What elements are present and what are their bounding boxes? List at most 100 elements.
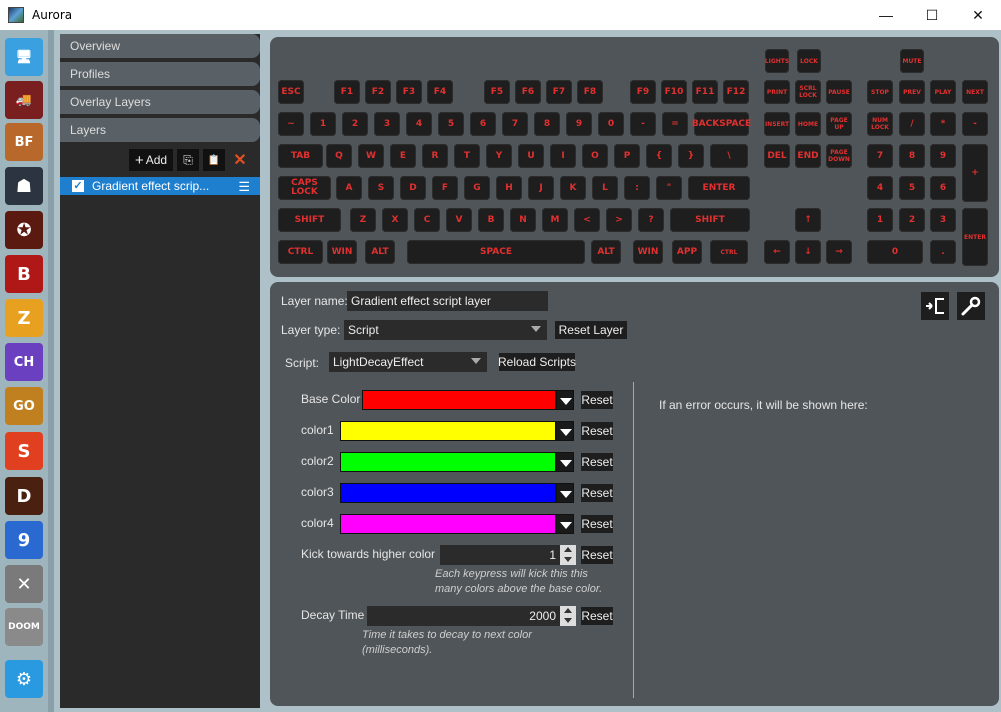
dishonored-icon[interactable]: ✕ — [5, 565, 43, 603]
maximize-button[interactable]: ☐ — [909, 0, 955, 30]
doom-icon[interactable]: DOOM — [5, 608, 43, 646]
key-4[interactable]: 4 — [406, 112, 432, 136]
key-f1[interactable]: F1 — [334, 80, 360, 104]
key-[interactable]: - — [630, 112, 656, 136]
layer-list-item[interactable]: ✓ Gradient effect scrip... ☰ — [60, 177, 260, 195]
key-h[interactable]: H — [496, 176, 522, 200]
key-2[interactable]: 2 — [342, 112, 368, 136]
key-[interactable]: " — [656, 176, 682, 200]
key-f9[interactable]: F9 — [630, 80, 656, 104]
key-next[interactable]: NEXT — [962, 80, 988, 104]
layer-type-select[interactable]: Script — [344, 320, 547, 340]
kick-reset-button[interactable]: Reset — [581, 546, 613, 564]
key-t[interactable]: T — [454, 144, 480, 168]
key-[interactable]: + — [962, 144, 988, 202]
key-f5[interactable]: F5 — [484, 80, 510, 104]
layer-enabled-checkbox[interactable]: ✓ — [72, 180, 84, 192]
key-f10[interactable]: F10 — [661, 80, 687, 104]
key-enter[interactable]: ENTER — [688, 176, 750, 200]
key-y[interactable]: Y — [486, 144, 512, 168]
key-[interactable]: : — [624, 176, 650, 200]
color-swatch[interactable] — [340, 483, 556, 503]
key-lock[interactable]: LOCK — [797, 49, 821, 73]
nav-overlay-layers[interactable]: Overlay Layers — [60, 90, 260, 114]
key-[interactable]: → — [826, 240, 852, 264]
key-s[interactable]: S — [368, 176, 394, 200]
z-logo-icon[interactable]: Z — [5, 299, 43, 337]
color-reset-button[interactable]: Reset — [581, 391, 613, 409]
key-m[interactable]: M — [542, 208, 568, 232]
key-j[interactable]: J — [528, 176, 554, 200]
key-6[interactable]: 6 — [930, 176, 956, 200]
color-picker-dropdown[interactable] — [556, 452, 574, 472]
close-button[interactable]: ✕ — [955, 0, 1001, 30]
nav-profiles[interactable]: Profiles — [60, 62, 260, 86]
key-scrl-lock[interactable]: SCRL LOCK — [795, 80, 821, 104]
key-[interactable]: < — [574, 208, 600, 232]
key-[interactable]: > — [606, 208, 632, 232]
key-shift[interactable]: SHIFT — [670, 208, 750, 232]
battlefield-icon[interactable]: BF — [5, 123, 43, 161]
reset-layer-button[interactable]: Reset Layer — [555, 321, 627, 339]
key-page-down[interactable]: PAGE DOWN — [826, 144, 852, 168]
nav-layers[interactable]: Layers — [60, 118, 260, 142]
key-f3[interactable]: F3 — [396, 80, 422, 104]
key-9[interactable]: 9 — [566, 112, 592, 136]
key-page-up[interactable]: PAGE UP — [826, 112, 852, 136]
decay-spinner-arrows[interactable] — [560, 606, 576, 626]
layer-tree-icon[interactable] — [921, 292, 949, 320]
key-print[interactable]: PRINT — [764, 80, 790, 104]
key-q[interactable]: Q — [326, 144, 352, 168]
key-d[interactable]: D — [400, 176, 426, 200]
layer-name-field[interactable]: Gradient effect script layer — [347, 291, 548, 311]
flame-icon[interactable]: S — [5, 432, 43, 470]
nine-logo-icon[interactable]: 9 — [5, 521, 43, 559]
key-c[interactable]: C — [414, 208, 440, 232]
key-f11[interactable]: F11 — [692, 80, 718, 104]
key-win[interactable]: WIN — [327, 240, 357, 264]
key-[interactable]: - — [962, 112, 988, 136]
key-i[interactable]: I — [550, 144, 576, 168]
key-shift[interactable]: SHIFT — [278, 208, 341, 232]
emblem-icon[interactable]: ✪ — [5, 211, 43, 249]
key-esc[interactable]: ESC — [278, 80, 304, 104]
color-picker-dropdown[interactable] — [556, 483, 574, 503]
key-app[interactable]: APP — [672, 240, 702, 264]
hamburger-icon[interactable]: ☰ — [238, 179, 250, 195]
kick-spinner-arrows[interactable] — [560, 545, 576, 565]
key-9[interactable]: 9 — [930, 144, 956, 168]
key-space[interactable]: SPACE — [407, 240, 585, 264]
key-8[interactable]: 8 — [534, 112, 560, 136]
key-prev[interactable]: PREV — [899, 80, 925, 104]
key-[interactable]: ~ — [278, 112, 304, 136]
key-f12[interactable]: F12 — [723, 80, 749, 104]
key-[interactable]: ? — [638, 208, 664, 232]
key-e[interactable]: E — [390, 144, 416, 168]
key-tab[interactable]: TAB — [278, 144, 323, 168]
key-3[interactable]: 3 — [930, 208, 956, 232]
minimize-button[interactable]: — — [863, 0, 909, 30]
key-[interactable]: = — [662, 112, 688, 136]
color-picker-dropdown[interactable] — [556, 421, 574, 441]
soldier-icon[interactable]: ☗ — [5, 167, 43, 205]
color-reset-button[interactable]: Reset — [581, 484, 613, 502]
color-reset-button[interactable]: Reset — [581, 422, 613, 440]
copy-layer-button[interactable]: ⎘ — [177, 149, 199, 171]
key-stop[interactable]: STOP — [867, 80, 893, 104]
delete-layer-button[interactable]: ✕ — [229, 149, 251, 171]
key-[interactable]: } — [678, 144, 704, 168]
key-f6[interactable]: F6 — [515, 80, 541, 104]
key-o[interactable]: O — [582, 144, 608, 168]
key-end[interactable]: END — [795, 144, 821, 168]
key-[interactable]: { — [646, 144, 672, 168]
color-picker-dropdown[interactable] — [556, 390, 574, 410]
key-w[interactable]: W — [358, 144, 384, 168]
decay-reset-button[interactable]: Reset — [581, 607, 613, 625]
key-0[interactable]: 0 — [867, 240, 923, 264]
key-3[interactable]: 3 — [374, 112, 400, 136]
key-f8[interactable]: F8 — [577, 80, 603, 104]
nav-overview[interactable]: Overview — [60, 34, 260, 58]
game-list-scrollbar[interactable] — [48, 30, 54, 712]
key-a[interactable]: A — [336, 176, 362, 200]
key-n[interactable]: N — [510, 208, 536, 232]
